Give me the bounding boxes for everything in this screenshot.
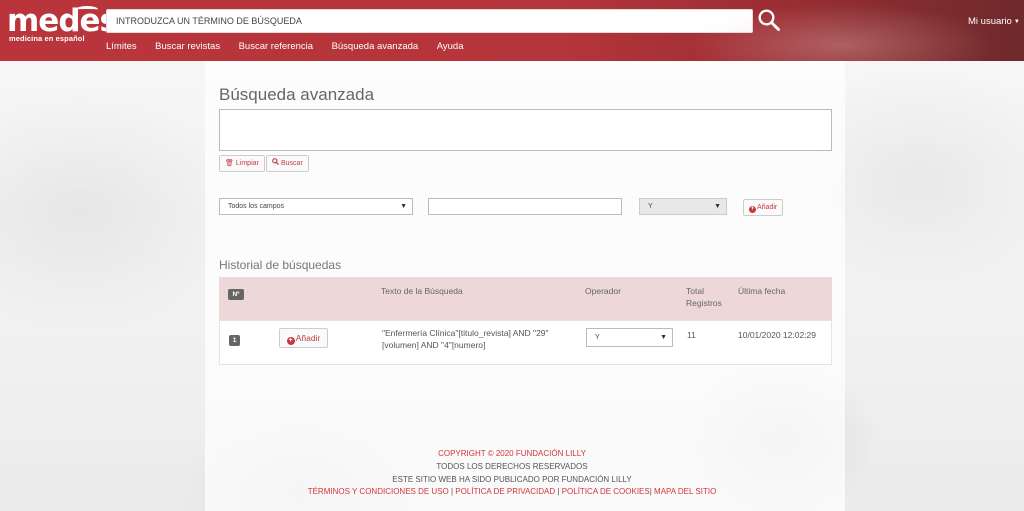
chevron-down-icon: ▼ — [400, 203, 407, 210]
nav-advanced-search[interactable]: Búsqueda avanzada — [332, 41, 419, 52]
row-add-button[interactable]: + Añadir — [279, 328, 328, 348]
clear-label: Limpiar — [235, 160, 259, 167]
header-search-text: Texto de la Búsqueda — [381, 286, 463, 296]
footer-published: ESTE SITIO WEB HA SIDO PUBLICADO POR FUN… — [392, 474, 632, 484]
plus-circle-icon: + — [286, 336, 295, 345]
logo-text: medes — [7, 3, 118, 39]
search-placeholder: INTRODUZCA UN TÉRMINO DE BÚSQUEDA — [116, 16, 302, 26]
history-title: Historial de búsquedas — [219, 258, 342, 272]
logo-tagline: medicina en español — [9, 34, 85, 43]
chevron-down-icon: ▼ — [714, 203, 721, 210]
nav-help[interactable]: Ayuda — [437, 41, 464, 52]
footer-links: TÉRMINOS Y CONDICIONES DE USO | POLÍTICA… — [307, 487, 717, 497]
main-nav: Límites Buscar revistas Buscar referenci… — [106, 41, 479, 55]
row-add-label: Añadir — [295, 333, 321, 343]
search-input[interactable]: INTRODUZCA UN TÉRMINO DE BÚSQUEDA — [106, 9, 753, 33]
user-menu-label: Mi usuario — [968, 16, 1012, 27]
header-operator: Operador — [585, 286, 621, 296]
nav-search-journals[interactable]: Buscar revistas — [155, 41, 220, 52]
field-select-value: Todos los campos — [228, 203, 285, 210]
row-search-text: "Enfermería Clínica"[titulo_revista] AND… — [382, 328, 549, 350]
user-menu[interactable]: Mi usuario ▼ — [968, 16, 1020, 27]
plus-circle-icon: + — [749, 205, 756, 213]
operator-select[interactable]: Y ▼ — [639, 198, 727, 215]
row-operator-value: Y — [595, 334, 600, 341]
row-total: 11 — [687, 330, 696, 340]
operator-select-value: Y — [648, 203, 653, 210]
query-textarea[interactable] — [219, 109, 832, 151]
clear-button[interactable]: 🗑 Limpiar — [219, 155, 265, 172]
search-button[interactable] — [757, 8, 781, 32]
footer-rights: TODOS LOS DERECHOS RESERVADOS — [436, 461, 588, 471]
search-submit-button[interactable]: Buscar — [266, 155, 309, 172]
magnifier-icon — [758, 9, 780, 31]
link-sitemap[interactable]: MAPA DEL SITIO — [654, 487, 716, 496]
header-bar: medes medicina en español INTRODUZCA UN … — [0, 0, 1024, 61]
link-cookies[interactable]: POLÍTICA DE COOKIES — [562, 487, 650, 496]
table-row: 1 + Añadir "Enfermería Clínica"[titulo_re… — [219, 320, 832, 365]
field-select[interactable]: Todos los campos ▼ — [219, 198, 413, 215]
footer-copyright: COPYRIGHT © 2020 FUNDACIÓN LILLY — [438, 449, 586, 458]
term-input[interactable] — [428, 198, 622, 215]
header-total: Total Registros — [686, 286, 722, 308]
row-num-badge: 1 — [229, 335, 240, 346]
medes-logo[interactable]: medes medicina en español — [7, 5, 118, 45]
row-operator-select[interactable]: Y ▼ — [586, 328, 673, 347]
caret-down-icon: ▼ — [1013, 19, 1020, 25]
chevron-down-icon: ▼ — [660, 334, 667, 341]
row-date: 10/01/2020 12:02:29 — [738, 330, 816, 340]
logo-swoosh-icon — [76, 6, 98, 13]
nav-search-reference[interactable]: Buscar referencia — [239, 41, 313, 52]
search-icon — [272, 156, 279, 171]
link-privacy[interactable]: POLÍTICA DE PRIVACIDAD — [455, 487, 555, 496]
footer: COPYRIGHT © 2020 FUNDACIÓN LILLY TODOS L… — [0, 448, 1024, 499]
header-date: Última fecha — [738, 286, 786, 296]
page-title: Búsqueda avanzada — [219, 85, 375, 104]
header-num-badge: Nº — [228, 289, 244, 300]
nav-limits[interactable]: Límites — [106, 41, 137, 52]
link-terms[interactable]: TÉRMINOS Y CONDICIONES DE USO — [308, 487, 449, 496]
search-submit-label: Buscar — [281, 160, 303, 167]
add-term-label: Añadir — [757, 204, 778, 211]
history-table-header: Nº Texto de la Búsqueda Operador Total R… — [219, 277, 832, 320]
trash-icon: 🗑 — [225, 160, 234, 167]
add-term-button[interactable]: + Añadir — [743, 199, 784, 216]
